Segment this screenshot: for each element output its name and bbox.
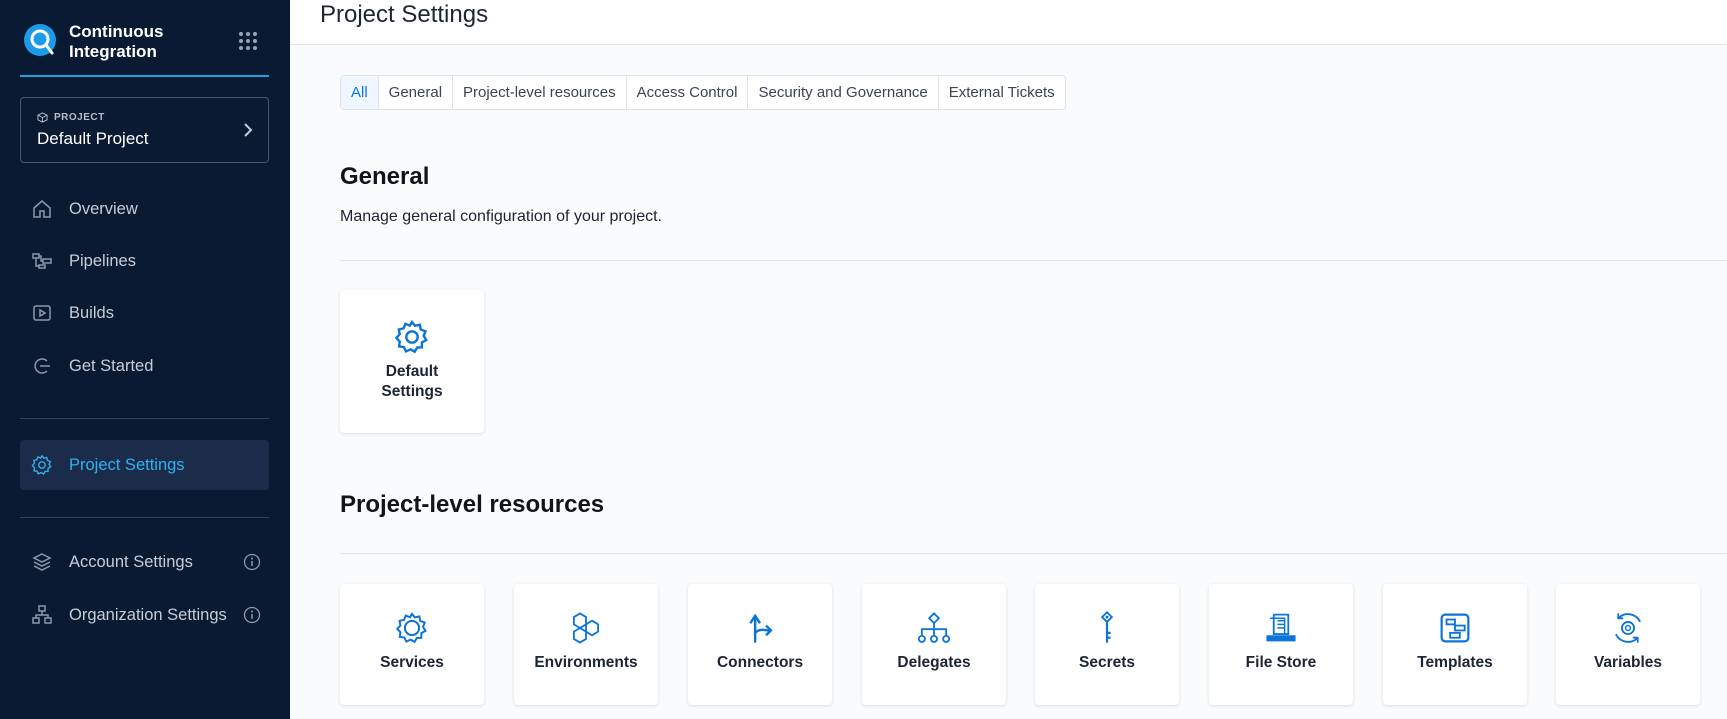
chevron-right-icon <box>244 123 253 137</box>
sidebar-item-label: Organization Settings <box>69 605 227 624</box>
section-title-resources: Project-level resources <box>340 491 605 518</box>
get-started-icon <box>30 354 54 378</box>
services-gear-icon <box>393 609 431 647</box>
module-brand[interactable]: Continuous Integration <box>20 16 269 77</box>
project-name: Default Project <box>37 129 149 148</box>
settings-tabs: All General Project-level resources Acce… <box>340 75 1066 110</box>
sidebar: Continuous Integration PROJECT Default P… <box>0 0 290 719</box>
card-label: Default Settings <box>381 363 443 400</box>
sidebar-item-account-settings[interactable]: Account Settings <box>20 541 269 583</box>
sidebar-item-label: Project Settings <box>69 455 185 474</box>
home-icon <box>30 197 54 221</box>
sidebar-item-pipelines[interactable]: Pipelines <box>20 240 269 282</box>
project-caption: PROJECT <box>37 112 105 123</box>
sidebar-item-builds[interactable]: Builds <box>20 292 269 334</box>
environments-icon <box>567 609 605 647</box>
key-icon <box>1088 609 1126 647</box>
card-label: Environments <box>534 654 638 671</box>
section-divider <box>340 553 1727 554</box>
variables-icon <box>1609 609 1647 647</box>
card-connectors[interactable]: Connectors <box>688 584 832 705</box>
card-secrets[interactable]: Secrets <box>1035 584 1179 705</box>
project-selector[interactable]: PROJECT Default Project <box>20 97 269 163</box>
sidebar-divider <box>20 418 269 419</box>
connectors-icon <box>741 609 779 647</box>
sidebar-item-label: Account Settings <box>69 552 193 571</box>
templates-icon <box>1436 609 1474 647</box>
main-content: Project Settings All General Project-lev… <box>290 0 1727 719</box>
tab-external-tickets[interactable]: External Tickets <box>939 76 1065 109</box>
card-label: File Store <box>1245 654 1317 671</box>
sidebar-item-org-settings[interactable]: Organization Settings <box>20 594 269 636</box>
sidebar-item-label: Overview <box>69 199 138 218</box>
sidebar-divider <box>20 517 269 518</box>
file-store-icon <box>1262 609 1300 647</box>
sidebar-item-label: Builds <box>69 303 114 322</box>
cube-icon <box>37 112 48 123</box>
ci-logo-icon <box>24 24 56 56</box>
card-default-settings[interactable]: Default Settings <box>340 290 484 433</box>
tab-all[interactable]: All <box>341 76 379 109</box>
gear-icon <box>393 318 431 356</box>
sidebar-item-overview[interactable]: Overview <box>20 188 269 230</box>
card-delegates[interactable]: Delegates <box>862 584 1006 705</box>
tab-security-governance[interactable]: Security and Governance <box>748 76 939 109</box>
card-label: Variables <box>1593 654 1663 671</box>
sidebar-item-label: Pipelines <box>69 251 136 270</box>
card-environments[interactable]: Environments <box>514 584 658 705</box>
builds-icon <box>30 301 54 325</box>
card-file-store[interactable]: File Store <box>1209 584 1353 705</box>
info-icon[interactable] <box>243 553 261 571</box>
card-services[interactable]: Services <box>340 584 484 705</box>
section-divider <box>340 260 1727 261</box>
section-title-general: General <box>340 163 430 190</box>
delegates-icon <box>915 609 953 647</box>
section-description-general: Manage general configuration of your pro… <box>340 208 662 225</box>
tab-general[interactable]: General <box>379 76 454 109</box>
gear-icon <box>30 453 54 477</box>
pipelines-icon <box>30 249 54 273</box>
page-header: Project Settings <box>290 0 1727 45</box>
card-variables[interactable]: Variables <box>1556 584 1700 705</box>
tab-access-control[interactable]: Access Control <box>627 76 749 109</box>
sidebar-item-project-settings[interactable]: Project Settings <box>20 440 269 490</box>
card-label: Secrets <box>1078 654 1135 671</box>
sidebar-item-get-started[interactable]: Get Started <box>20 345 269 387</box>
card-label: Connectors <box>716 654 804 671</box>
info-icon[interactable] <box>243 606 261 624</box>
layers-icon <box>30 550 54 574</box>
org-icon <box>30 603 54 627</box>
tab-project-level-resources[interactable]: Project-level resources <box>453 76 627 109</box>
card-label: Services <box>380 654 444 671</box>
card-templates[interactable]: Templates <box>1383 584 1527 705</box>
sidebar-item-label: Get Started <box>69 356 154 375</box>
card-label: Delegates <box>897 654 971 671</box>
page-title: Project Settings <box>320 1 489 28</box>
module-title: Continuous Integration <box>69 22 164 61</box>
card-label: Templates <box>1417 654 1493 671</box>
app-grid-icon[interactable] <box>237 30 259 52</box>
project-caption-text: PROJECT <box>54 112 105 123</box>
